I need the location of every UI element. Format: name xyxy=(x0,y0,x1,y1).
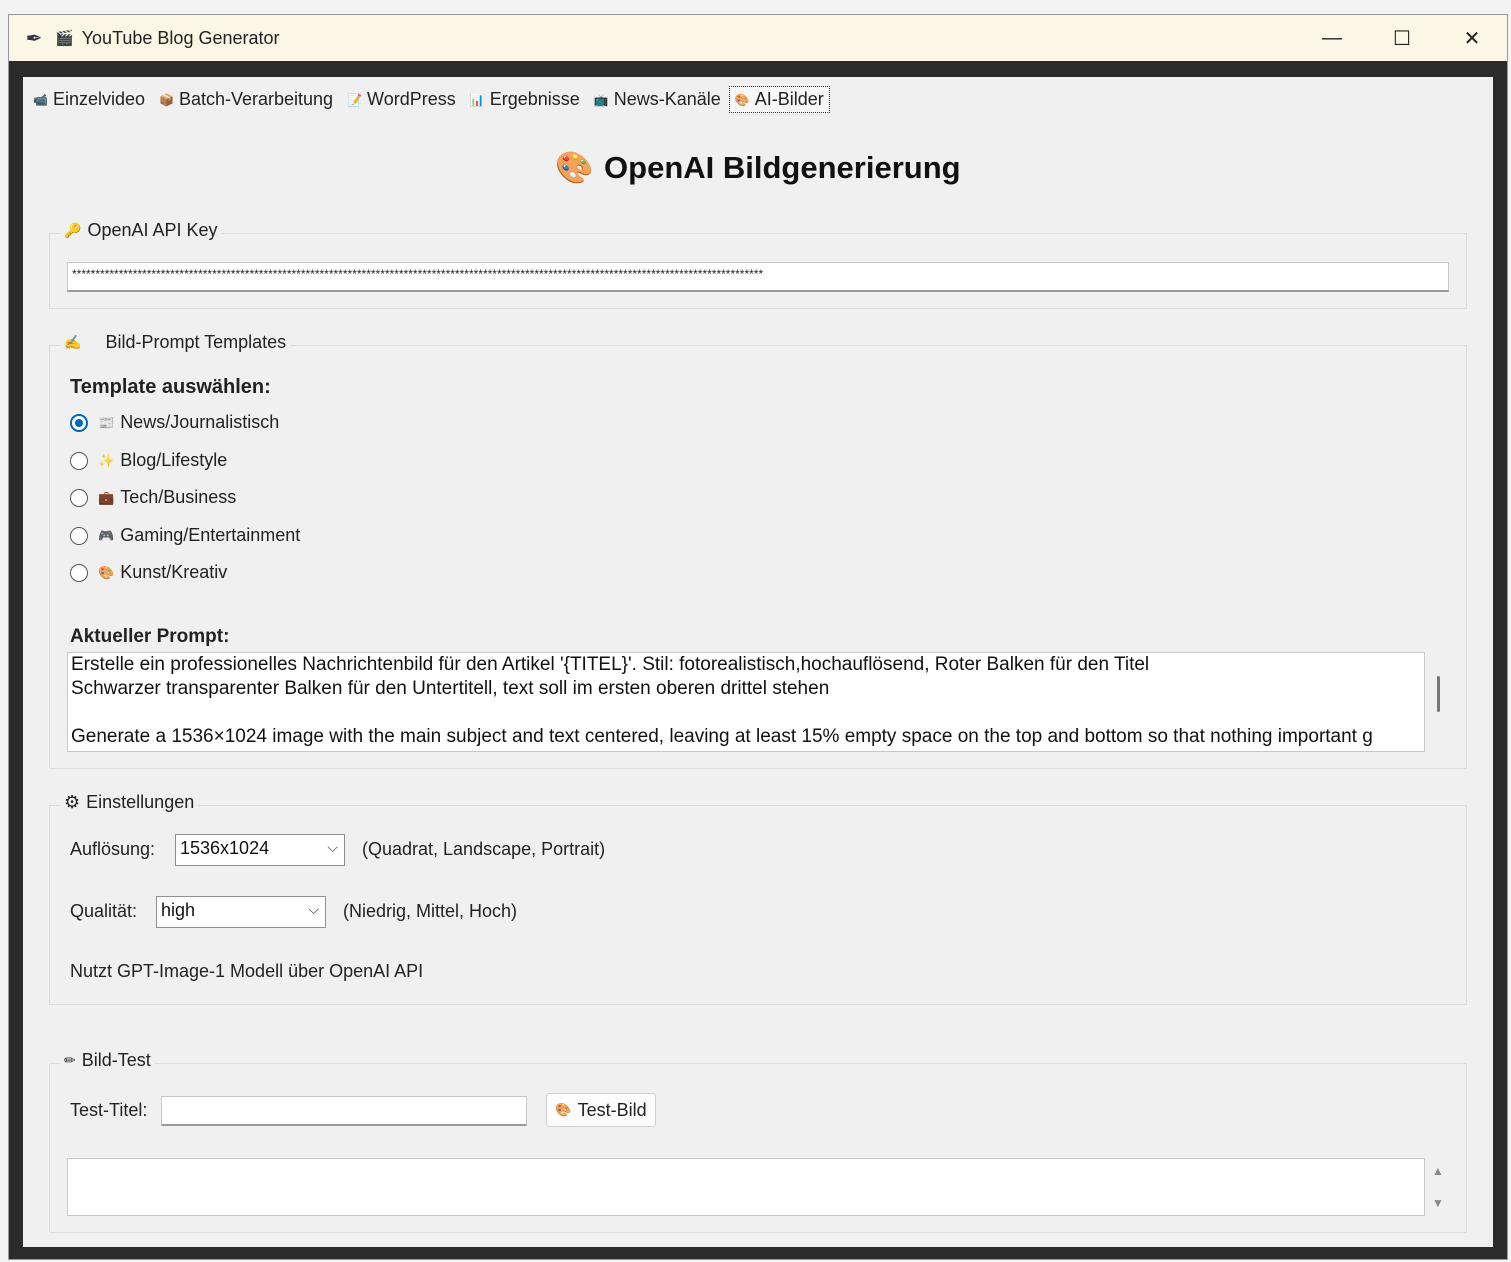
television-icon: 📺 xyxy=(593,92,609,107)
tab-news-kanaele[interactable]: 📺 News-Kanäle xyxy=(588,85,727,113)
video-camera-icon: 📹 xyxy=(33,92,48,107)
group-label-text: Bild-Prompt Templates xyxy=(105,332,287,352)
option-label: News/Journalistisch xyxy=(120,412,280,432)
quality-value: high xyxy=(161,900,196,920)
palette-icon: 🎨 xyxy=(98,564,115,580)
template-option-kunst[interactable]: 🎨 Kunst/Kreativ xyxy=(70,562,227,583)
title-bar: ✒ 🎬 YouTube Blog Generator — ☐ ✕ xyxy=(9,15,1507,61)
quality-select[interactable]: high ⌵ xyxy=(156,896,326,928)
group-label-text: Einstellungen xyxy=(86,792,195,812)
prompt-scrollbar[interactable] xyxy=(1437,676,1440,712)
template-option-tech[interactable]: 💼 Tech/Business xyxy=(70,487,236,508)
test-group: ✏ Bild-Test Test-Titel: 🎨 Test-Bild ▲ ▼ xyxy=(49,1050,1467,1233)
close-button[interactable]: ✕ xyxy=(1437,15,1507,61)
option-label: Gaming/Entertainment xyxy=(120,525,301,545)
template-option-blog[interactable]: ✨ Blog/Lifestyle xyxy=(70,450,227,471)
quality-hint: (Niedrig, Mittel, Hoch) xyxy=(343,901,518,921)
group-label-text: OpenAI API Key xyxy=(87,220,218,240)
model-note: Nutzt GPT-Image-1 Modell über OpenAI API xyxy=(70,961,424,981)
resolution-value: 1536x1024 xyxy=(180,838,270,858)
tab-label: Ergebnisse xyxy=(489,89,580,109)
api-key-group: 🔑 OpenAI API Key ************************… xyxy=(49,220,1467,309)
resolution-label: Auflösung: xyxy=(70,839,156,859)
prompt-textarea[interactable]: Erstelle ein professionelles Nachrichten… xyxy=(67,652,1425,752)
key-icon: 🔑 xyxy=(64,222,82,238)
memo-icon: 📝 xyxy=(347,92,363,107)
palette-icon: 🎨 xyxy=(555,150,595,185)
tab-ergebnisse[interactable]: 📊 Ergebnisse xyxy=(464,85,586,113)
main-content: 📹 Einzelvideo 📦 Batch-Verarbeitung 📝 WordPr… xyxy=(23,77,1493,1247)
tab-ai-bilder[interactable]: 🎨 AI-Bilder xyxy=(728,86,830,113)
palette-icon: 🎨 xyxy=(555,1102,572,1117)
templates-group: ✍ Bild-Prompt Templates Template auswähle… xyxy=(49,332,1467,769)
minimize-button[interactable]: — xyxy=(1297,15,1367,61)
settings-group: ⚙ Einstellungen Auflösung: 1536x1024 ⌵ (Qu… xyxy=(49,792,1467,1005)
chevron-down-icon: ⌵ xyxy=(308,901,319,917)
templates-group-label: ✍ Bild-Prompt Templates xyxy=(60,332,291,353)
bar-chart-icon: 📊 xyxy=(469,92,485,107)
radio-button[interactable] xyxy=(70,413,88,432)
sparkles-icon: ✨ xyxy=(98,452,115,468)
gamepad-icon: 🎮 xyxy=(98,527,115,543)
settings-group-label: ⚙ Einstellungen xyxy=(60,792,199,813)
prompt-label: Aktueller Prompt: xyxy=(70,626,230,647)
api-key-input[interactable]: ****************************************… xyxy=(67,262,1449,292)
tab-label: AI-Bilder xyxy=(754,89,824,109)
clapperboard-icon: 🎬 xyxy=(55,30,74,47)
briefcase-icon: 💼 xyxy=(98,489,115,505)
template-option-news[interactable]: 📰 News/Journalistisch xyxy=(70,412,279,433)
resolution-select[interactable]: 1536x1024 ⌵ xyxy=(175,834,345,866)
group-label-text: Bild-Test xyxy=(81,1050,151,1070)
button-label: Test-Bild xyxy=(577,1099,647,1120)
test-group-label: ✏ Bild-Test xyxy=(60,1050,155,1071)
prompt-line: Generate a 1536×1024 image with the main… xyxy=(71,726,1373,747)
tab-label: Einzelvideo xyxy=(52,89,146,109)
option-label: Blog/Lifestyle xyxy=(120,450,228,470)
prompt-line: Schwarzer transparenter Balken für den U… xyxy=(71,678,830,699)
tab-label: Batch-Verarbeitung xyxy=(178,89,334,109)
option-label: Kunst/Kreativ xyxy=(120,562,228,582)
page-title: 🎨 OpenAI Bildgenerierung xyxy=(23,149,1493,186)
scroll-up-arrow-icon[interactable]: ▲ xyxy=(1432,1164,1444,1178)
app-window: ✒ 🎬 YouTube Blog Generator — ☐ ✕ 📹 Einzel… xyxy=(8,14,1508,1260)
radio-button[interactable] xyxy=(70,563,88,582)
page-title-text: OpenAI Bildgenerierung xyxy=(604,150,961,185)
tab-batch-verarbeitung[interactable]: 📦 Batch-Verarbeitung xyxy=(153,85,339,113)
palette-icon: 🎨 xyxy=(734,92,750,107)
radio-button[interactable] xyxy=(70,488,88,507)
template-option-gaming[interactable]: 🎮 Gaming/Entertainment xyxy=(70,525,300,546)
newspaper-icon: 📰 xyxy=(98,414,115,430)
package-icon: 📦 xyxy=(159,92,174,107)
pencil-icon: ✏ xyxy=(64,1052,76,1068)
scroll-down-arrow-icon[interactable]: ▼ xyxy=(1432,1196,1444,1210)
radio-button[interactable] xyxy=(70,451,88,470)
resolution-hint: (Quadrat, Landscape, Portrait) xyxy=(362,839,606,859)
test-title-input[interactable] xyxy=(161,1096,527,1126)
option-label: Tech/Business xyxy=(120,487,237,507)
quality-label: Qualität: xyxy=(70,901,138,921)
gear-icon: ⚙ xyxy=(64,792,81,812)
tab-bar: 📹 Einzelvideo 📦 Batch-Verarbeitung 📝 WordPr… xyxy=(27,81,832,113)
tab-label: News-Kanäle xyxy=(613,89,721,109)
template-select-label: Template auswählen: xyxy=(70,376,271,398)
tab-label: WordPress xyxy=(367,89,456,109)
maximize-button[interactable]: ☐ xyxy=(1367,15,1437,61)
test-title-label: Test-Titel: xyxy=(70,1100,148,1120)
api-key-group-label: 🔑 OpenAI API Key xyxy=(60,220,222,241)
prompt-line: Erstelle ein professionelles Nachrichten… xyxy=(71,654,1150,675)
radio-button[interactable] xyxy=(70,526,88,545)
window-title: YouTube Blog Generator xyxy=(81,27,280,48)
tab-einzelvideo[interactable]: 📹 Einzelvideo xyxy=(27,85,151,113)
writing-hand-icon: ✍ xyxy=(64,334,82,350)
test-image-button[interactable]: 🎨 Test-Bild xyxy=(546,1093,656,1127)
prompt-line xyxy=(68,701,1424,725)
chevron-down-icon: ⌵ xyxy=(327,839,338,855)
test-output-textarea[interactable] xyxy=(67,1158,1425,1216)
tab-wordpress[interactable]: 📝 WordPress xyxy=(341,85,462,113)
feather-icon: ✒ xyxy=(25,27,43,50)
